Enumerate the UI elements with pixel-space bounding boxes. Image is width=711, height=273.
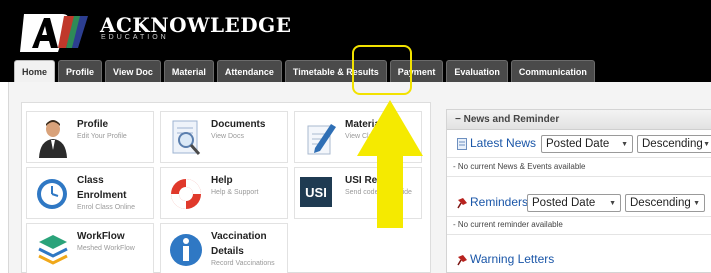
tile-title-line2: Enrolment [77, 190, 127, 201]
person-icon [39, 120, 67, 158]
main-tabs: Home Profile View Doc Material Attendanc… [14, 60, 595, 82]
chevron-down-icon: ▼ [703, 141, 710, 148]
tile-class-enrolment[interactable]: Class Enrolment Enrol Class Online [26, 167, 154, 219]
chevron-down-icon: ▼ [609, 200, 616, 207]
collapse-icon[interactable]: − [455, 114, 461, 125]
select-value: Posted Date [546, 138, 610, 150]
tile-title: Vaccination [211, 231, 267, 242]
latest-news-sort-order-select[interactable]: Descending ▼ [637, 135, 711, 153]
brand-subtitle: EDUCATION [101, 34, 169, 41]
news-panel-title: − News and Reminder [455, 114, 559, 125]
divider [447, 176, 711, 177]
select-value: Descending [630, 197, 691, 209]
latest-news-empty-message: - No current News & Events available [453, 162, 586, 171]
tile-profile[interactable]: Profile Edit Your Profile [26, 111, 154, 163]
lifebuoy-icon [171, 179, 201, 209]
news-panel-title-text: News and Reminder [463, 114, 560, 125]
layers-icon [38, 235, 68, 265]
news-reminder-panel: − News and Reminder Latest News Posted D… [446, 109, 711, 273]
select-value: Posted Date [532, 197, 596, 209]
tile-title: Documents [211, 119, 266, 130]
tile-title: Profile [77, 119, 109, 130]
divider [447, 234, 711, 235]
chevron-down-icon: ▼ [693, 200, 700, 207]
tile-subtitle: Help & Support [211, 189, 259, 196]
info-icon [170, 234, 202, 266]
tile-subtitle: Record Vaccinations [211, 260, 275, 267]
pin-icon [457, 198, 467, 209]
tile-title: WorkFlow [77, 231, 125, 242]
reminders-sort-field-select[interactable]: Posted Date ▼ [527, 194, 621, 212]
news-panel-header[interactable]: − News and Reminder [447, 110, 711, 130]
tab-home[interactable]: Home [14, 60, 56, 82]
latest-news-title[interactable]: Latest News [470, 136, 536, 150]
tile-title-line2: Details [211, 246, 244, 257]
latest-news-sort-field-select[interactable]: Posted Date ▼ [541, 135, 633, 153]
tile-vaccination-details[interactable]: Vaccination Details Record Vaccinations [160, 223, 288, 273]
news-document-icon [457, 138, 467, 150]
tile-subtitle: Edit Your Profile [77, 133, 127, 140]
reminders-empty-message: - No current reminder available [453, 220, 563, 229]
select-value: Descending [642, 138, 703, 150]
pencil-paper-icon [307, 124, 336, 155]
payment-highlight-box [352, 45, 412, 95]
divider [447, 216, 711, 217]
tile-workflow[interactable]: WorkFlow Meshed WorkFlow [26, 223, 154, 273]
tab-evaluation[interactable]: Evaluation [446, 60, 508, 82]
tab-profile[interactable]: Profile [58, 60, 103, 82]
warning-letters-title[interactable]: Warning Letters [470, 252, 554, 266]
tile-subtitle: Enrol Class Online [77, 204, 135, 211]
tab-material[interactable]: Material [163, 60, 214, 82]
tile-title: Help [211, 175, 233, 186]
tab-attendance[interactable]: Attendance [216, 60, 282, 82]
divider [447, 157, 711, 158]
reminders-sort-order-select[interactable]: Descending ▼ [625, 194, 705, 212]
usi-icon: USI [300, 177, 332, 207]
brand-logo-icon [20, 14, 88, 52]
clock-icon [37, 179, 67, 209]
pin-icon [457, 255, 467, 266]
tab-view-doc[interactable]: View Doc [105, 60, 161, 82]
tile-subtitle: View Docs [211, 133, 244, 140]
reminders-title[interactable]: Reminders [470, 195, 528, 209]
document-search-icon [172, 120, 201, 155]
tile-documents[interactable]: Documents View Docs [160, 111, 288, 163]
tile-help[interactable]: Help Help & Support [160, 167, 288, 219]
arrow-up-icon [357, 100, 423, 228]
tile-subtitle: Meshed WorkFlow [77, 245, 135, 252]
tile-title: Class [77, 175, 104, 186]
tab-communication[interactable]: Communication [510, 60, 595, 82]
chevron-down-icon: ▼ [621, 141, 628, 148]
